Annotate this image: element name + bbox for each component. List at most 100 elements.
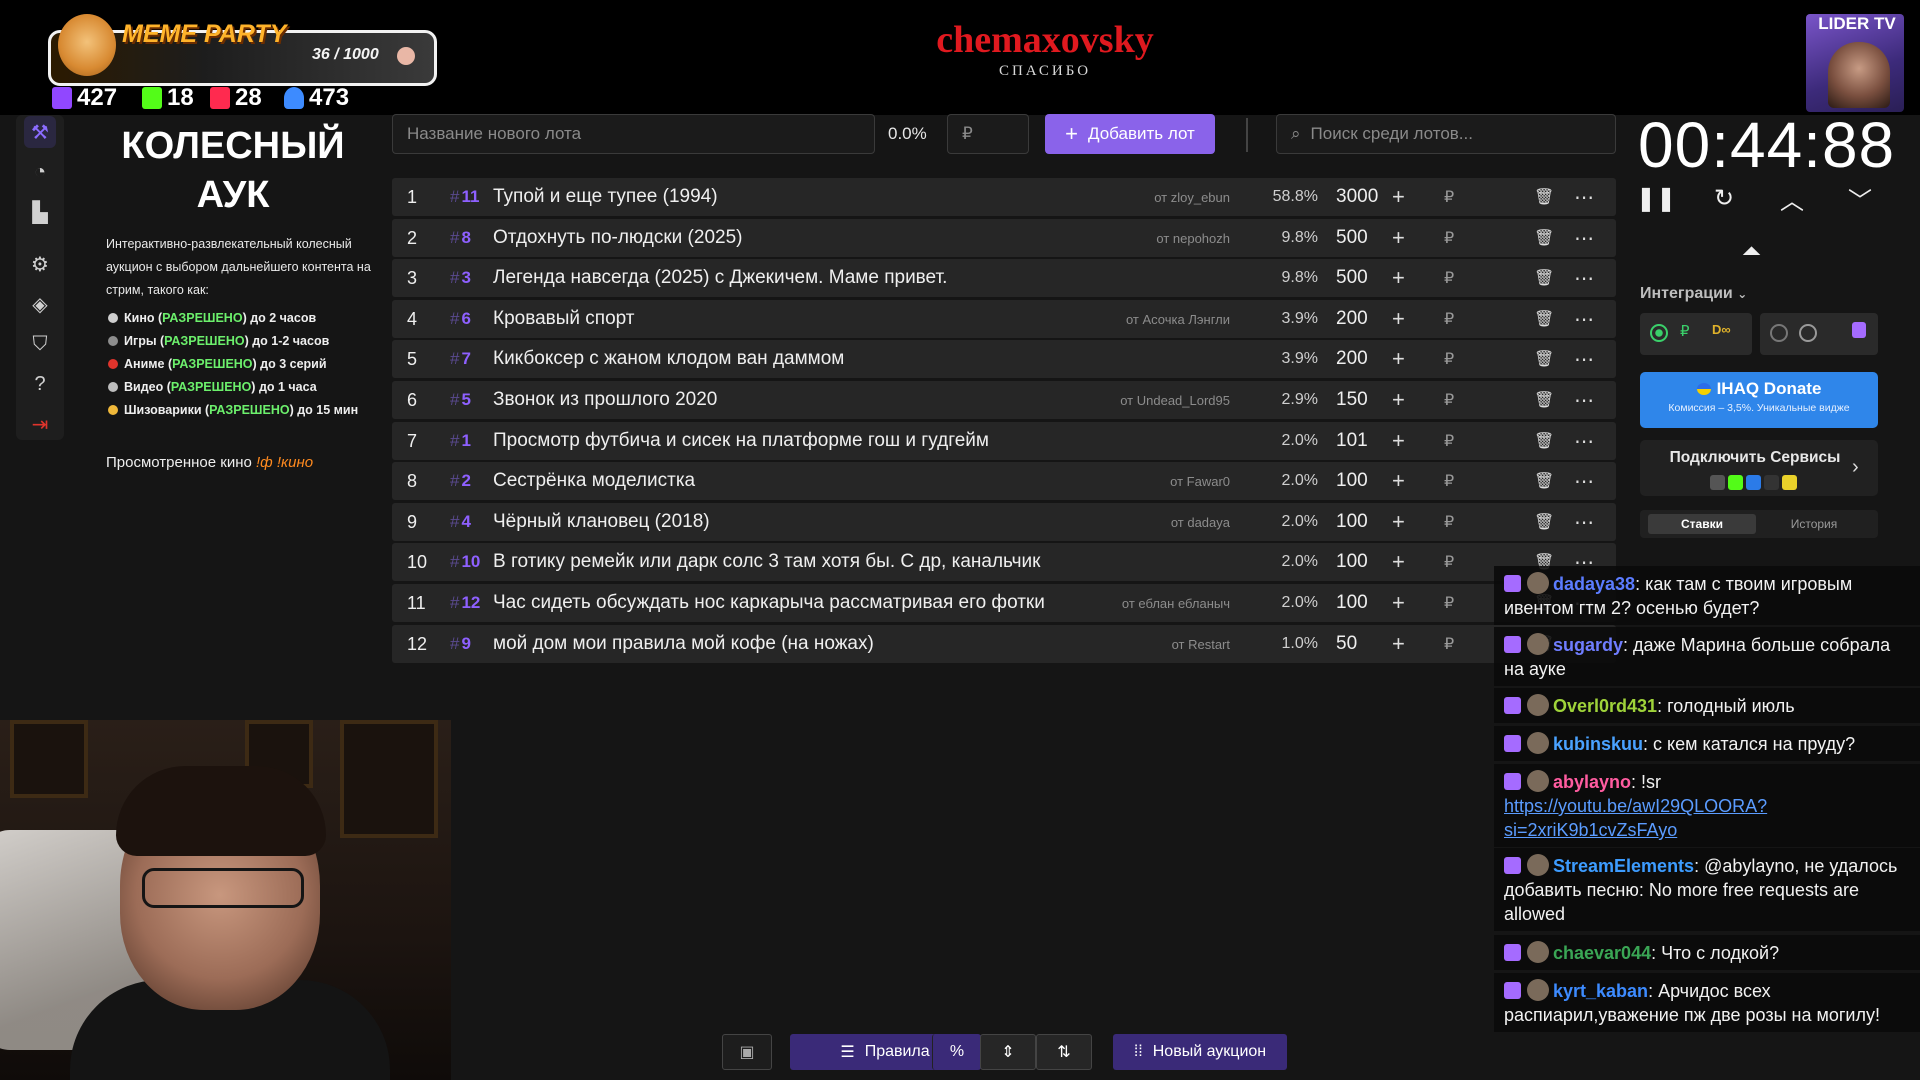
plus-icon[interactable]: + (1392, 428, 1405, 454)
plus-icon[interactable]: + (1392, 549, 1405, 575)
chat-username[interactable]: sugardy (1553, 635, 1623, 655)
logout-icon[interactable]: ⇥ (24, 408, 56, 440)
plus-icon[interactable]: + (1392, 225, 1405, 251)
currency-input[interactable]: ₽ (1444, 431, 1454, 451)
lot-name[interactable]: Легенда навсегда (2025) с Джекичем. Маме… (493, 267, 947, 289)
chevron-up-icon[interactable]: ︿ (1772, 180, 1812, 216)
plus-icon[interactable]: + (1392, 346, 1405, 372)
lot-row[interactable]: 10 #10 В готику ремейк или дарк солс 3 там… (392, 543, 1616, 581)
lot-amount[interactable]: 200 (1336, 308, 1368, 330)
shield-icon[interactable]: ⛉ (24, 328, 56, 360)
pause-icon[interactable]: ❚❚ (1636, 180, 1676, 216)
chat-link[interactable]: https://youtu.be/awI29QLOORA?si=2xriK9b1… (1504, 796, 1767, 840)
more-icon[interactable]: ⋯ (1574, 307, 1594, 332)
lot-name[interactable]: Отдохнуть по-людски (2025) (493, 227, 742, 249)
plus-icon[interactable]: + (1392, 468, 1405, 494)
plus-icon[interactable]: + (1392, 184, 1405, 210)
more-icon[interactable]: ⋯ (1574, 185, 1594, 210)
more-icon[interactable]: ⋯ (1574, 266, 1594, 291)
chat-username[interactable]: abylayno (1553, 772, 1631, 792)
currency-input[interactable]: ₽ (1444, 268, 1454, 288)
more-icon[interactable]: ⋯ (1574, 388, 1594, 413)
currency-input[interactable]: ₽ (1444, 471, 1454, 491)
lot-name[interactable]: мой дом мои правила мой кофе (на ножах) (493, 633, 874, 655)
currency-input[interactable]: ₽ (1444, 512, 1454, 532)
lot-row[interactable]: 9 #4 Чёрный клановец (2018) от dadaya 2.0% 10… (392, 503, 1616, 541)
twitch-icon[interactable] (1852, 322, 1866, 338)
split-icon[interactable]: ⇕ (980, 1034, 1036, 1070)
lot-amount[interactable]: 500 (1336, 227, 1368, 249)
lot-row[interactable]: 1 #11 Тупой и еще тупее (1994) от zloy_ebun… (392, 178, 1616, 216)
chat-username[interactable]: kubinskuu (1553, 734, 1643, 754)
sort-icon[interactable]: ⇅ (1036, 1034, 1092, 1070)
lot-amount[interactable]: 50 (1336, 633, 1357, 655)
lot-amount[interactable]: 100 (1336, 551, 1368, 573)
lot-row[interactable]: 4 #6 Кровавый спорт от Асочка Лэнгли 3.9% 200… (392, 300, 1616, 338)
lot-row[interactable]: 7 #1 Просмотр футбича и сисек на платформе… (392, 422, 1616, 460)
chat-username[interactable]: kyrt_kaban (1553, 981, 1648, 1001)
more-icon[interactable]: ⋯ (1574, 226, 1594, 251)
currency-input[interactable]: ₽ (1444, 593, 1454, 613)
currency-input[interactable]: ₽ (1444, 634, 1454, 654)
percent-toggle-button[interactable]: % (932, 1034, 981, 1070)
tab-bets[interactable]: Ставки (1648, 514, 1756, 534)
chat-username[interactable]: StreamElements (1553, 856, 1694, 876)
pie-chart-icon[interactable]: ◔ (24, 156, 56, 188)
trash-icon[interactable]: 🗑 (1534, 187, 1554, 207)
chevron-down-icon[interactable]: ﹀ (1840, 180, 1880, 216)
lot-row[interactable]: 3 #3 Легенда навсегда (2025) с Джекичем. М… (392, 259, 1616, 297)
chevron-right-icon[interactable]: › (1852, 456, 1859, 479)
search-lots-input[interactable]: ⌕ Поиск среди лотов... (1276, 114, 1616, 154)
status-on-icon[interactable] (1650, 324, 1668, 342)
ruble-icon[interactable]: ₽ (1680, 322, 1690, 340)
trash-icon[interactable]: 🗑 (1534, 228, 1554, 248)
trash-icon[interactable]: 🗑 (1534, 268, 1554, 288)
collapse-icon[interactable]: ⏶ (1742, 238, 1761, 266)
lot-name[interactable]: Тупой и еще тупее (1994) (493, 186, 718, 208)
currency-input[interactable]: ₽ (1444, 309, 1454, 329)
currency-input[interactable]: ₽ (1444, 390, 1454, 410)
gavel-icon[interactable]: ⚒ (24, 116, 56, 148)
lot-name[interactable]: Час сидеть обсуждать нос каркарыча рассм… (493, 592, 1045, 614)
plus-icon[interactable]: + (1392, 265, 1405, 291)
more-icon[interactable]: ⋯ (1574, 469, 1594, 494)
add-lot-button[interactable]: + Добавить лот (1045, 114, 1215, 154)
help-icon[interactable]: ? (24, 368, 56, 400)
donation-alerts-icon[interactable]: D∞ (1712, 322, 1731, 337)
more-icon[interactable]: ⋯ (1574, 429, 1594, 454)
lot-amount[interactable]: 200 (1336, 348, 1368, 370)
lot-name[interactable]: Звонок из прошлого 2020 (493, 389, 717, 411)
tab-history[interactable]: История (1760, 514, 1868, 534)
trash-icon[interactable]: 🗑 (1534, 390, 1554, 410)
chat-username[interactable]: Overl0rd431 (1553, 696, 1657, 716)
new-lot-name-input[interactable]: Название нового лота (392, 114, 875, 154)
lot-row[interactable]: 8 #2 Сестрёнка моделистка от Fawar0 2.0% 100 +… (392, 462, 1616, 500)
lot-row[interactable]: 2 #8 Отдохнуть по-людски (2025) от nepohozh… (392, 219, 1616, 257)
integrations-header[interactable]: Интеграции ⌄ (1640, 285, 1747, 303)
status-off-icon[interactable] (1770, 324, 1788, 342)
trash-icon[interactable]: 🗑 (1534, 309, 1554, 329)
lot-name[interactable]: Чёрный клановец (2018) (493, 511, 710, 533)
lot-row[interactable]: 5 #7 Кикбоксер с жаном клодом ван даммом 3.… (392, 340, 1616, 378)
plus-icon[interactable]: + (1392, 306, 1405, 332)
bar-chart-icon[interactable]: ▙ (24, 196, 56, 228)
lot-row[interactable]: 6 #5 Звонок из прошлого 2020 от Undead_Lord… (392, 381, 1616, 419)
currency-input[interactable]: ₽ (1444, 228, 1454, 248)
lot-amount[interactable]: 100 (1336, 511, 1368, 533)
lot-amount[interactable]: 100 (1336, 592, 1368, 614)
new-lot-amount-input[interactable]: ₽ (947, 114, 1029, 154)
trash-icon[interactable]: 🗑 (1534, 512, 1554, 532)
lot-name[interactable]: В готику ремейк или дарк солс 3 там хотя… (493, 551, 1040, 573)
lot-amount[interactable]: 100 (1336, 470, 1368, 492)
lot-amount[interactable]: 3000 (1336, 186, 1378, 208)
save-icon[interactable]: ▣ (722, 1034, 772, 1070)
ihaq-donate-card[interactable]: IHAQ Donate Комиссия – 3,5%. Уникальные … (1640, 372, 1878, 428)
chat-username[interactable]: dadaya38 (1553, 574, 1635, 594)
lot-row[interactable]: 12 #9 мой дом мои правила мой кофе (на нож… (392, 625, 1616, 663)
trash-icon[interactable]: 🗑 (1534, 431, 1554, 451)
lot-name[interactable]: Кровавый спорт (493, 308, 635, 330)
trash-icon[interactable]: 🗑 (1534, 471, 1554, 491)
currency-input[interactable]: ₽ (1444, 349, 1454, 369)
restart-icon[interactable]: ↻ (1704, 180, 1744, 216)
lot-amount[interactable]: 500 (1336, 267, 1368, 289)
